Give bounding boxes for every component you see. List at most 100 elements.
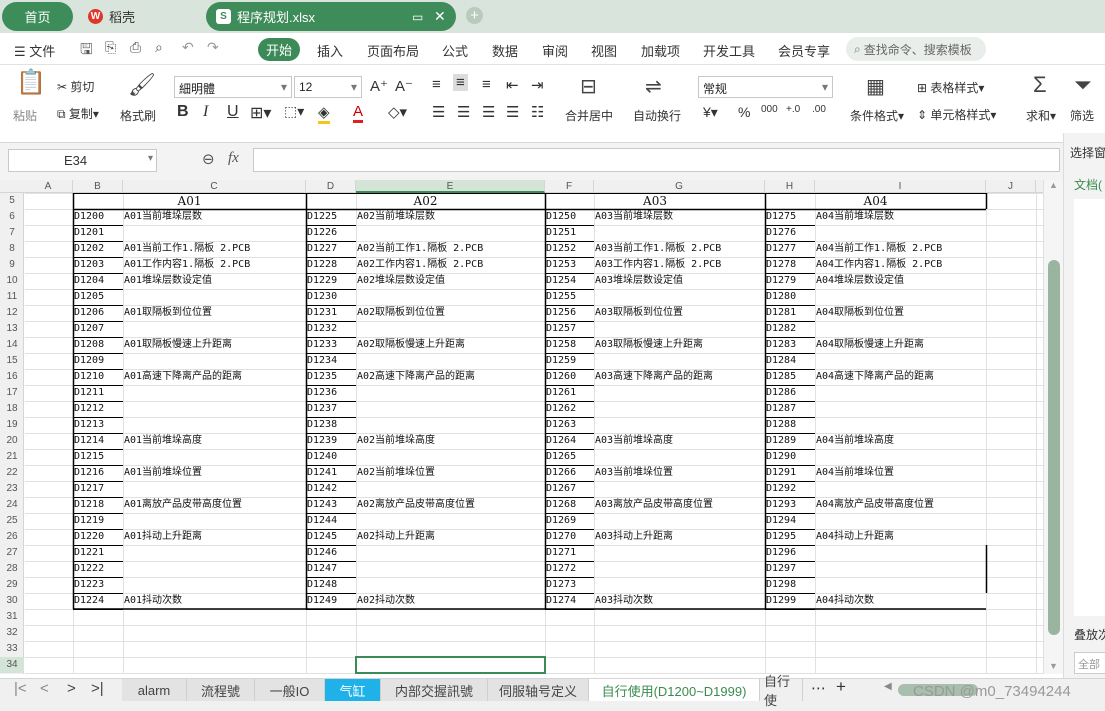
wrap-text-icon[interactable]: ⇌	[645, 77, 662, 97]
save-icon[interactable]: 🖫	[80, 39, 93, 64]
merge-center-button[interactable]: 合并居中	[565, 107, 613, 124]
copy-button[interactable]: ⧉ 复制▾	[57, 105, 99, 122]
column-header-g[interactable]: G	[594, 180, 765, 193]
row-header-26[interactable]: 26	[0, 529, 24, 545]
register-code-cell[interactable]: D1218	[74, 497, 104, 513]
register-code-cell[interactable]: D1239	[307, 433, 337, 449]
row-header-7[interactable]: 7	[0, 225, 24, 241]
register-code-cell[interactable]: D1246	[307, 545, 337, 561]
register-code-cell[interactable]: D1279	[766, 273, 796, 289]
register-code-cell[interactable]: D1211	[74, 385, 104, 401]
font-color-icon[interactable]: A	[353, 103, 364, 123]
panel-all-select[interactable]: 全部	[1074, 652, 1105, 674]
italic-icon[interactable]: I	[203, 103, 208, 121]
last-sheet-icon[interactable]: >|	[91, 680, 104, 697]
align-left-icon[interactable]: ☰	[432, 103, 445, 121]
row-header-9[interactable]: 9	[0, 257, 24, 273]
register-description-cell[interactable]: A04当前堆垛层数	[816, 209, 894, 225]
currency-button[interactable]: ¥▾	[703, 104, 718, 121]
register-code-cell[interactable]: D1247	[307, 561, 337, 577]
search-box[interactable]: ⌕ 查找命令、搜索模板	[846, 37, 986, 61]
align-center-icon[interactable]: ☰	[457, 103, 470, 121]
formula-input[interactable]	[253, 148, 1060, 172]
register-description-cell[interactable]: A02取隔板到位位置	[357, 305, 445, 321]
name-box[interactable]: E34 ▾	[8, 149, 157, 172]
register-code-cell[interactable]: D1267	[546, 481, 576, 497]
register-description-cell[interactable]: A02抖动上升距离	[357, 529, 435, 545]
column-header-a[interactable]: A	[24, 180, 73, 193]
register-code-cell[interactable]: D1253	[546, 257, 576, 273]
justify-icon[interactable]: ☰	[506, 103, 519, 121]
register-description-cell[interactable]: A03离放产品皮带高度位置	[595, 497, 713, 513]
cell-fill-icon[interactable]: ⬚▾	[284, 103, 304, 120]
register-code-cell[interactable]: D1286	[766, 385, 796, 401]
panel-doc-label[interactable]: 文档(	[1074, 176, 1102, 193]
register-code-cell[interactable]: D1206	[74, 305, 104, 321]
register-code-cell[interactable]: D1299	[766, 593, 796, 609]
register-description-cell[interactable]: A04工作内容1.隔板 2.PCB	[816, 257, 942, 273]
register-code-cell[interactable]: D1212	[74, 401, 104, 417]
row-header-24[interactable]: 24	[0, 497, 24, 513]
panel-select-label[interactable]: 选择窗	[1070, 144, 1105, 161]
row-header-8[interactable]: 8	[0, 241, 24, 257]
row-header-27[interactable]: 27	[0, 545, 24, 561]
print-icon[interactable]: ⎙	[130, 39, 141, 56]
register-code-cell[interactable]: D1295	[766, 529, 796, 545]
register-code-cell[interactable]: D1208	[74, 337, 104, 353]
scroll-down-icon[interactable]: ▼	[1049, 661, 1058, 671]
column-header-j[interactable]: J	[986, 180, 1036, 193]
register-code-cell[interactable]: D1254	[546, 273, 576, 289]
register-description-cell[interactable]: A02当前工作1.隔板 2.PCB	[357, 241, 483, 257]
menu-addons[interactable]: 加载项	[641, 41, 680, 60]
register-code-cell[interactable]: D1297	[766, 561, 796, 577]
register-description-cell[interactable]: A02抖动次数	[357, 593, 415, 609]
register-description-cell[interactable]: A04高速下降离产品的距离	[816, 369, 934, 385]
font-grow-icon[interactable]: A⁺	[370, 77, 388, 95]
align-top-icon[interactable]: ≡	[432, 76, 441, 93]
column-header-f[interactable]: F	[545, 180, 594, 193]
register-code-cell[interactable]: D1228	[307, 257, 337, 273]
register-description-cell[interactable]: A01取隔板到位位置	[124, 305, 212, 321]
cut-button[interactable]: ✂ 剪切	[57, 78, 94, 95]
register-code-cell[interactable]: D1269	[546, 513, 576, 529]
register-code-cell[interactable]: D1204	[74, 273, 104, 289]
register-code-cell[interactable]: D1231	[307, 305, 337, 321]
register-description-cell[interactable]: A03取隔板慢速上升距离	[595, 337, 703, 353]
distribute-icon[interactable]: ☷	[531, 103, 544, 121]
register-code-cell[interactable]: D1220	[74, 529, 104, 545]
column-header-h[interactable]: H	[765, 180, 815, 193]
more-sheets-icon[interactable]: ⋯	[811, 679, 826, 697]
clear-icon[interactable]: ◇▾	[388, 103, 407, 121]
register-code-cell[interactable]: D1275	[766, 209, 796, 225]
filter-button[interactable]: 筛选	[1070, 107, 1094, 124]
row-header-22[interactable]: 22	[0, 465, 24, 481]
register-description-cell[interactable]: A02离放产品皮带高度位置	[357, 497, 475, 513]
table-style-button[interactable]: ⊞ 表格样式▾	[917, 79, 984, 96]
register-code-cell[interactable]: D1274	[546, 593, 576, 609]
tab-file[interactable]: S 程序规划.xlsx ▭ ✕	[206, 2, 456, 31]
register-code-cell[interactable]: D1227	[307, 241, 337, 257]
register-description-cell[interactable]: A04离放产品皮带高度位置	[816, 497, 934, 513]
register-code-cell[interactable]: D1284	[766, 353, 796, 369]
register-code-cell[interactable]: D1248	[307, 577, 337, 593]
register-code-cell[interactable]: D1288	[766, 417, 796, 433]
prev-sheet-icon[interactable]: <	[40, 680, 49, 697]
add-tab-icon[interactable]: +	[466, 7, 483, 24]
register-code-cell[interactable]: D1292	[766, 481, 796, 497]
percent-button[interactable]: %	[738, 104, 750, 120]
register-code-cell[interactable]: D1252	[546, 241, 576, 257]
number-format-select[interactable]: 常规 ▾	[698, 76, 833, 98]
fill-color-icon[interactable]: ◈	[318, 103, 330, 124]
register-code-cell[interactable]: D1238	[307, 417, 337, 433]
register-description-cell[interactable]: A01当前堆垛层数	[124, 209, 202, 225]
menu-file[interactable]: ☰ 文件	[14, 41, 55, 60]
register-description-cell[interactable]: A03抖动次数	[595, 593, 653, 609]
row-header-13[interactable]: 13	[0, 321, 24, 337]
menu-layout[interactable]: 页面布局	[367, 41, 419, 60]
register-code-cell[interactable]: D1225	[307, 209, 337, 225]
menu-review[interactable]: 审阅	[542, 41, 568, 60]
row-header-17[interactable]: 17	[0, 385, 24, 401]
register-description-cell[interactable]: A04抖动上升距离	[816, 529, 894, 545]
add-sheet-icon[interactable]: +	[836, 677, 846, 697]
register-code-cell[interactable]: D1223	[74, 577, 104, 593]
